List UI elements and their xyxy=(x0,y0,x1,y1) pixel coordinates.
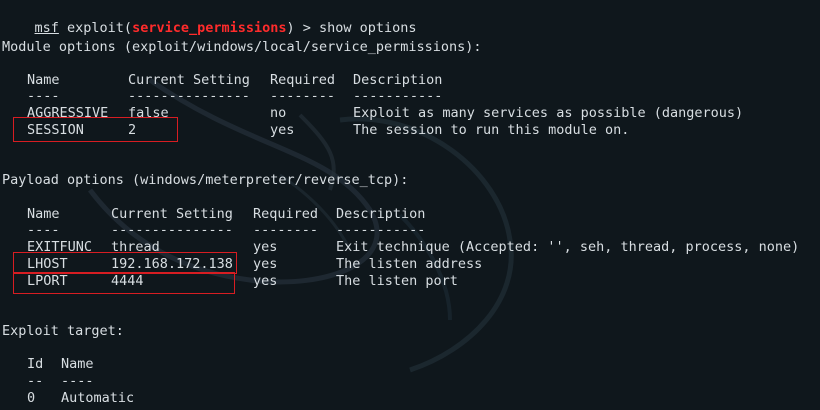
payload-divider-description: ----------- xyxy=(336,222,426,238)
module-options-title: Module options (exploit/windows/local/se… xyxy=(2,39,482,55)
module-header-setting: Current Setting xyxy=(128,72,250,88)
session-highlight-box xyxy=(13,117,178,142)
module-name: service_permissions xyxy=(132,19,287,36)
lport-highlight-box xyxy=(13,272,235,294)
payload-row-required: yes xyxy=(253,256,278,272)
module-divider-description: ----------- xyxy=(353,88,443,104)
payload-header-setting: Current Setting xyxy=(111,206,233,222)
module-header-name: Name xyxy=(27,72,60,88)
terminal-output[interactable]: msf exploit(service_permissions) > show … xyxy=(0,0,820,410)
module-row-required: no xyxy=(270,105,287,121)
module-divider-required: -------- xyxy=(270,88,336,104)
exploit-target-title: Exploit target: xyxy=(2,323,124,339)
command-text: show options xyxy=(319,19,417,36)
target-header-name: Name xyxy=(61,356,94,372)
payload-header-description: Description xyxy=(336,206,426,222)
module-prefix: exploit( xyxy=(58,19,133,36)
module-header-description: Description xyxy=(353,72,443,88)
target-header-id: Id xyxy=(27,356,44,372)
payload-row-description: The listen address xyxy=(336,256,483,272)
module-row-description: The session to run this module on. xyxy=(353,122,630,138)
msf-prompt-line: msf exploit(service_permissions) > show … xyxy=(2,3,417,36)
module-row-required: yes xyxy=(270,122,295,138)
payload-row-description: The listen port xyxy=(336,273,458,289)
target-row-name: Automatic xyxy=(61,390,135,406)
target-divider-name: ---- xyxy=(61,373,94,389)
module-divider-setting: --------------- xyxy=(128,88,250,104)
payload-header-required: Required xyxy=(253,206,319,222)
payload-header-name: Name xyxy=(27,206,60,222)
module-suffix: ) > xyxy=(286,19,320,36)
payload-row-description: Exit technique (Accepted: '', seh, threa… xyxy=(336,239,800,255)
module-header-required: Required xyxy=(270,72,336,88)
payload-divider-setting: --------------- xyxy=(111,222,233,238)
lhost-highlight-box xyxy=(13,252,237,274)
payload-divider-name: ---- xyxy=(27,222,60,238)
payload-row-required: yes xyxy=(253,239,278,255)
payload-row-required: yes xyxy=(253,273,278,289)
payload-options-title: Payload options (windows/meterpreter/rev… xyxy=(2,172,409,188)
module-divider-name: ---- xyxy=(27,88,60,104)
target-row-id: 0 xyxy=(27,390,36,406)
module-row-description: Exploit as many services as possible (da… xyxy=(353,105,744,121)
payload-divider-required: -------- xyxy=(253,222,319,238)
target-divider-id: -- xyxy=(27,373,44,389)
msf-prompt-prefix: msf xyxy=(34,19,59,36)
